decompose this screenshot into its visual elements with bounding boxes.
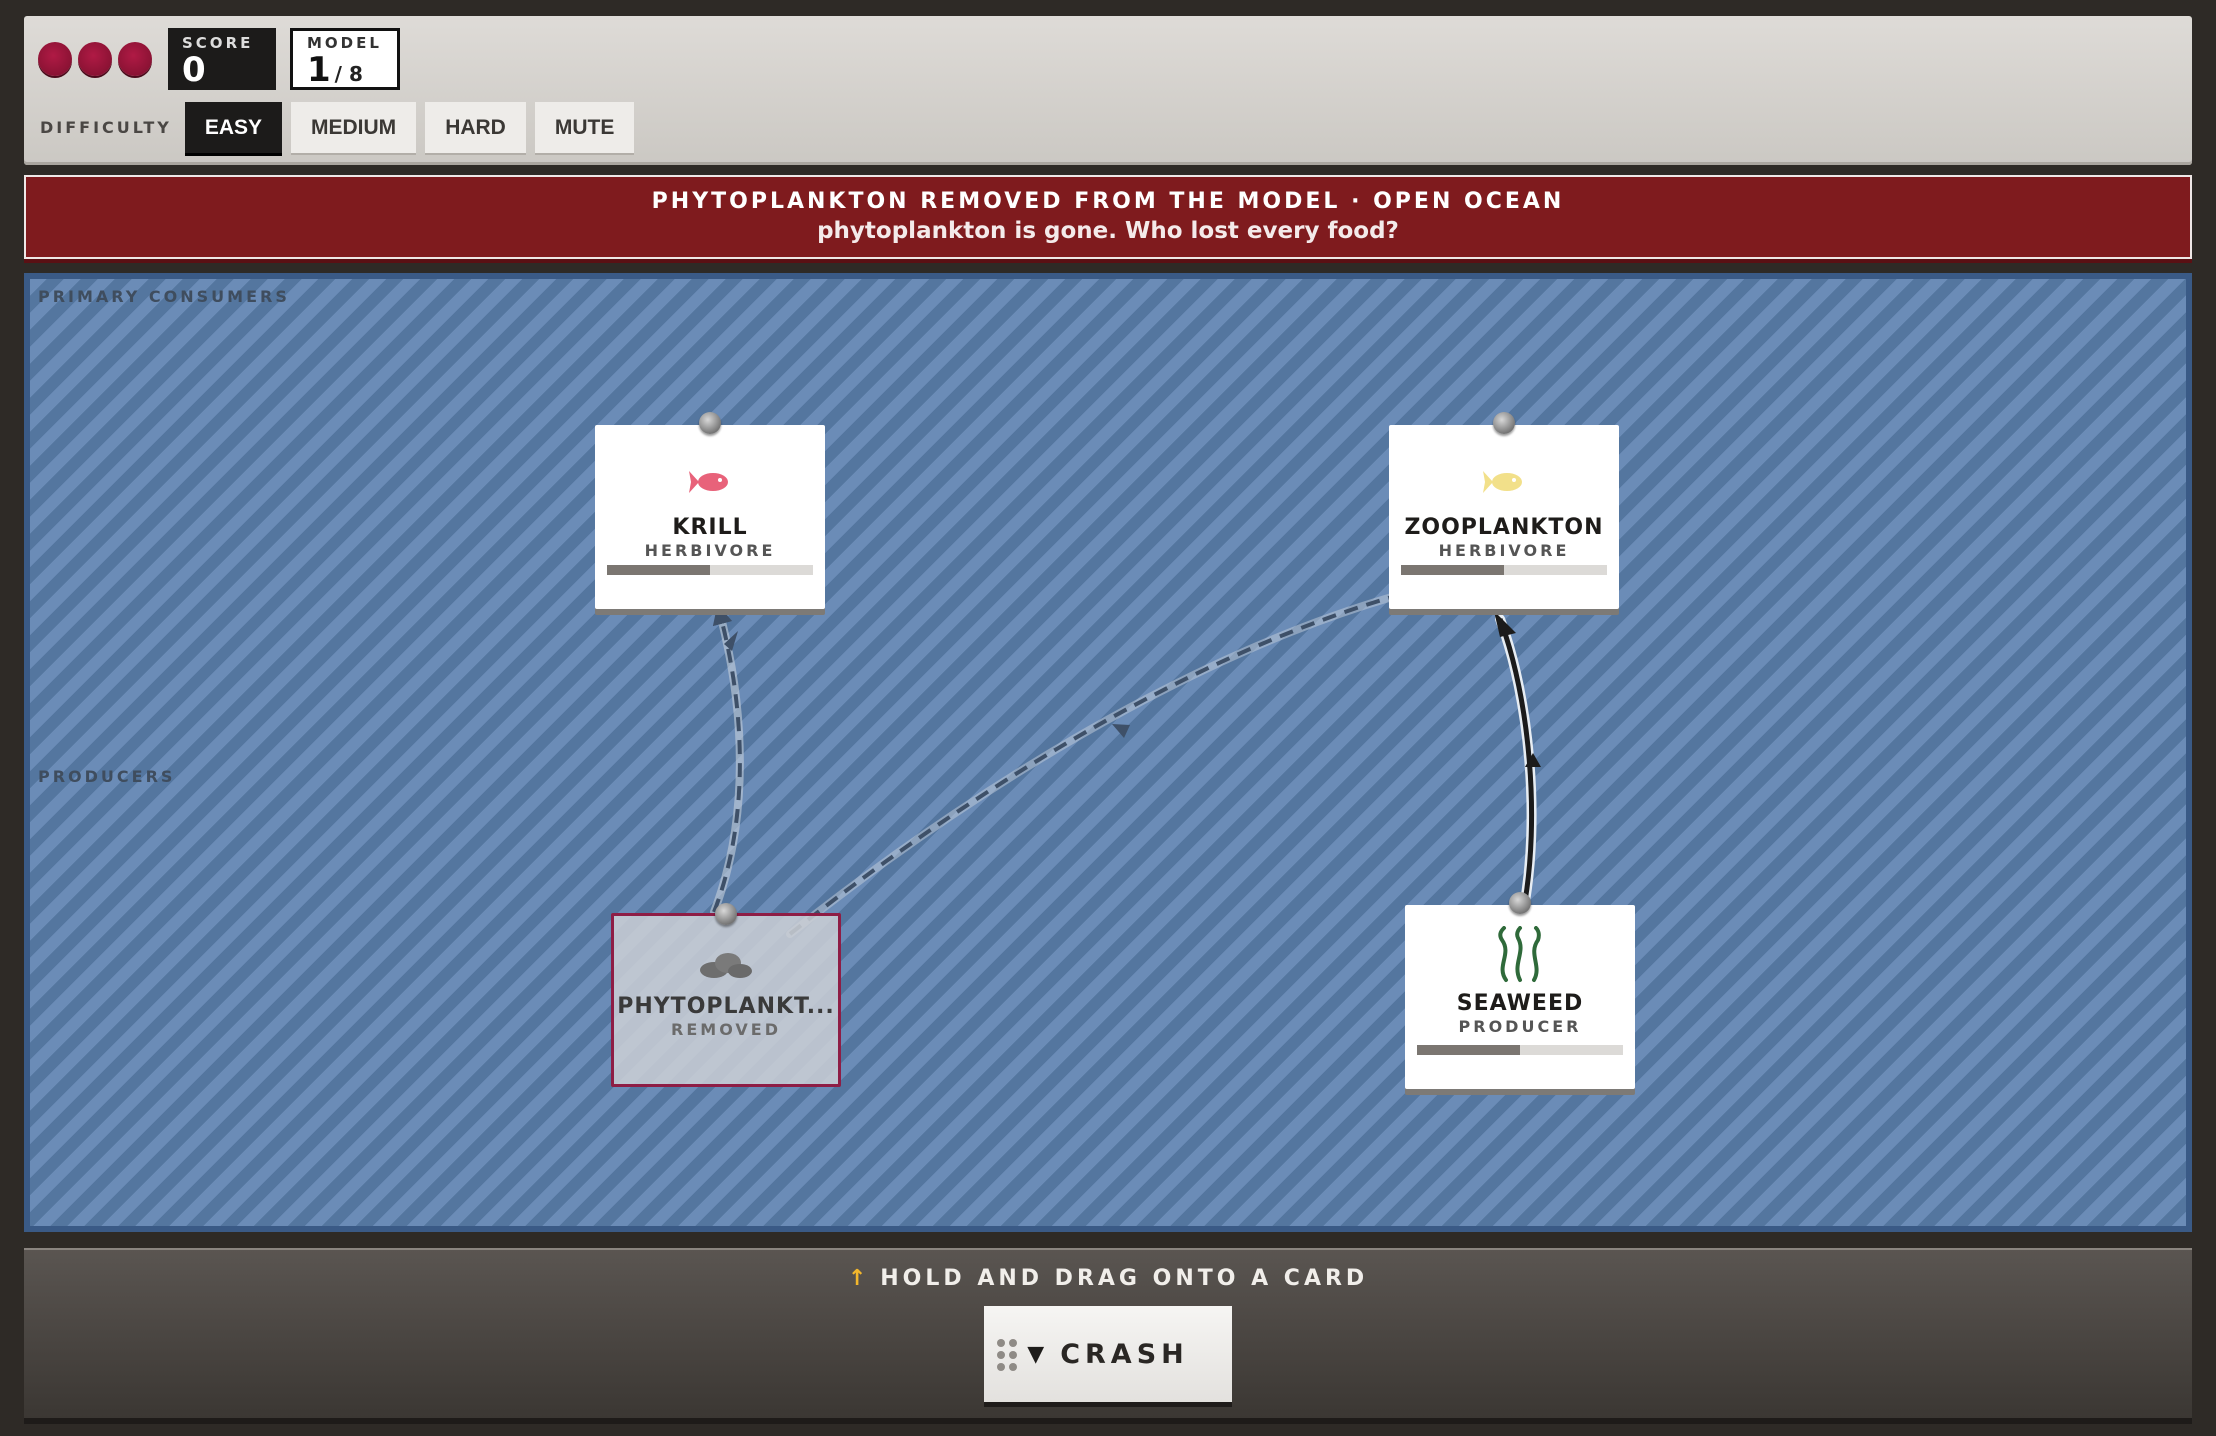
food-level-bar [1401,565,1607,575]
model-current: 1 [307,50,331,90]
algae-cluster-icon [614,936,838,992]
difficulty-medium-button[interactable]: MEDIUM [291,102,417,153]
crash-label: CRASH [1060,1338,1189,1370]
food-level-bar [607,565,813,575]
difficulty-easy-button[interactable]: EASY [184,102,283,153]
score-value: 0 [182,50,206,90]
crash-event-card[interactable]: ▼ CRASH [984,1306,1232,1402]
mute-button[interactable]: MUTE [534,102,635,153]
species-card-phytoplankton[interactable]: PHYTOPLANKT... REMOVED [611,903,841,1087]
model-total: / 8 [334,62,363,86]
arrow-up-icon: ↑ [847,1266,871,1291]
food-links [710,593,1541,938]
pin-icon [699,412,721,434]
event-title: PHYTOPLANKTON REMOVED FROM THE MODEL · O… [651,189,1565,214]
life-icon [78,42,112,76]
pin-icon [715,903,737,925]
species-card-seaweed[interactable]: SEAWEED PRODUCER [1405,892,1635,1089]
seaweed-icon [1405,925,1635,985]
pin-icon [1509,892,1531,914]
event-banner: PHYTOPLANKTON REMOVED FROM THE MODEL · O… [24,175,2192,259]
life-icon [118,42,152,76]
drag-hint-text: HOLD AND DRAG ONTO A CARD [880,1266,1369,1291]
score-display: SCORE 0 [168,28,276,90]
species-role: HERBIVORE [644,541,776,560]
food-web-board: PRIMARY CONSUMERS PRODUCERS KRILL HERBIV… [24,273,2192,1232]
difficulty-label: DIFFICULTY [40,118,172,137]
species-role: REMOVED [671,1020,781,1039]
difficulty-selector: DIFFICULTY EASY MEDIUM HARD MUTE [40,102,635,153]
species-name: PHYTOPLANKT... [617,994,835,1019]
species-card-krill[interactable]: KRILL HERBIVORE [595,412,825,609]
life-icon [38,42,72,76]
species-card-zooplankton[interactable]: ZOOPLANKTON HERBIVORE [1389,412,1619,609]
link-phytoplankton-zooplankton [786,593,1396,938]
fish-icon [595,453,825,509]
triangle-down-icon: ▼ [1027,1341,1045,1367]
species-name: SEAWEED [1456,991,1584,1016]
lives-indicator [38,42,152,76]
hud-panel: SCORE 0 MODEL 1/ 8 DIFFICULTY EASY MEDIU… [24,16,2192,165]
event-prompt: phytoplankton is gone. Who lost every fo… [817,218,1399,244]
species-role: HERBIVORE [1438,541,1570,560]
link-arrowhead [1112,724,1130,738]
link-phytoplankton-zooplankton-dash [788,595,1393,936]
species-name: ZOOPLANKTON [1404,515,1604,540]
pin-icon [1493,412,1515,434]
species-name: KRILL [672,515,748,540]
link-arrowhead [1494,611,1516,637]
drag-hint: ↑ HOLD AND DRAG ONTO A CARD [24,1266,2192,1291]
model-counter: MODEL 1/ 8 [290,28,400,90]
species-role: PRODUCER [1458,1017,1582,1036]
food-level-bar [1417,1045,1623,1055]
drag-handle-icon[interactable] [996,1338,1018,1372]
difficulty-hard-button[interactable]: HARD [425,102,526,153]
fish-icon [1389,453,1619,509]
tool-tray: ↑ HOLD AND DRAG ONTO A CARD ▼ CRASH [24,1248,2192,1424]
